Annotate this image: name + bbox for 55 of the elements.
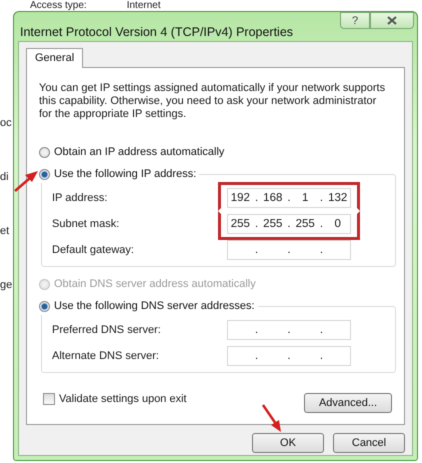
arrow-drawing: [14, 170, 38, 192]
radio-icon[interactable]: [39, 300, 50, 312]
tab[interactable]: General: [26, 48, 84, 68]
label-text: ge: [0, 278, 12, 293]
field-label: IP address:: [52, 192, 108, 204]
octet-separator: .: [320, 192, 324, 204]
window-title: Internet Protocol Version 4 (TCP/IPv4) Properties: [20, 25, 294, 39]
close-icon: [387, 16, 397, 25]
field-label: Subnet mask:: [52, 218, 120, 230]
ip-field[interactable]: . . .: [227, 346, 351, 366]
octet-separator: .: [254, 192, 258, 204]
octet-separator: .: [254, 324, 258, 336]
octet-separator: .: [320, 244, 324, 256]
arrow-drawing: [262, 404, 282, 432]
label-text: et: [0, 224, 10, 239]
octet-separator: .: [254, 218, 258, 230]
octet-separator: .: [287, 244, 291, 256]
octet-separator: .: [254, 244, 258, 256]
ip-octet[interactable]: 255: [262, 218, 283, 230]
octet-separator: .: [287, 218, 291, 230]
ip-field[interactable]: 255 . 255 . 255 . 0: [227, 214, 351, 234]
field-label: Preferred DNS server:: [52, 324, 161, 336]
ip-octet[interactable]: 255: [295, 218, 316, 230]
radio-icon[interactable]: [39, 168, 50, 180]
ip-field[interactable]: . . .: [227, 240, 351, 260]
ip-octet[interactable]: 0: [328, 218, 348, 230]
ok-button[interactable]: OK: [252, 433, 324, 453]
ip-octet[interactable]: 1: [295, 192, 316, 204]
description-text: You can get IP settings assigned automatically if your network supports this capability. Otherwise, you need to ask your network administrator for the appropriate IP settings.: [39, 82, 386, 121]
octet-separator: .: [320, 218, 324, 230]
ip-field[interactable]: . . .: [227, 320, 351, 340]
cancel-button[interactable]: Cancel: [333, 433, 405, 453]
checkbox-icon[interactable]: [43, 393, 55, 405]
field-label: Access type:: [30, 0, 87, 11]
help-button[interactable]: ?: [340, 12, 370, 29]
octet-separator: .: [320, 350, 324, 362]
ip-octet[interactable]: 132: [328, 192, 348, 204]
field-label: Default gateway:: [52, 244, 134, 256]
octet-separator: .: [287, 350, 291, 362]
ip-field[interactable]: 192 . 168 . 1 . 132: [227, 188, 351, 208]
ip-octet[interactable]: 255: [230, 218, 250, 230]
field-value: Internet: [126, 0, 161, 11]
label-text: oc: [0, 116, 12, 131]
field-label: Alternate DNS server:: [52, 350, 159, 362]
ip-octet[interactable]: 192: [230, 192, 250, 204]
radio-icon[interactable]: [39, 146, 50, 158]
ip-octet[interactable]: 168: [262, 192, 283, 204]
validate-checkbox[interactable]: Validate settings upon exit: [43, 393, 187, 405]
octet-separator: .: [287, 192, 291, 204]
label-text: di: [0, 170, 9, 185]
close-button[interactable]: [370, 12, 414, 29]
octet-separator: .: [254, 350, 258, 362]
octet-separator: .: [287, 324, 291, 336]
advanced-button[interactable]: Advanced...: [304, 393, 392, 413]
octet-separator: .: [320, 324, 324, 336]
